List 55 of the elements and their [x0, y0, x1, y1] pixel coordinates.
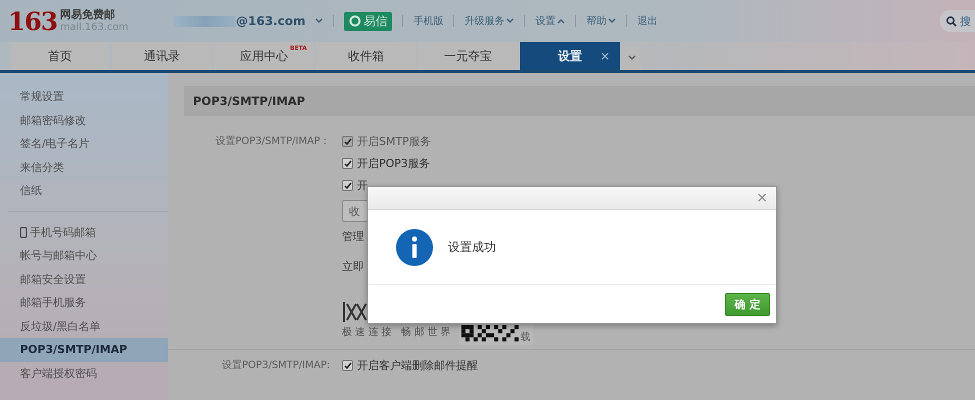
checkbox[interactable]	[342, 360, 353, 371]
checkbox-label: 开启POP3服务	[357, 156, 430, 171]
search-icon	[946, 16, 957, 26]
caret-icon	[557, 18, 566, 24]
header-link[interactable]: 帮助	[586, 14, 616, 28]
nav-tab[interactable]: 一元夺宝	[418, 42, 518, 70]
header-link[interactable]: 设置	[535, 14, 566, 28]
caret-icon	[628, 55, 636, 61]
blurred-username	[174, 16, 236, 26]
sidebar-item[interactable]: 邮箱手机服务	[0, 291, 168, 314]
nav-tab[interactable]: 收件箱	[316, 42, 416, 70]
sidebar-item[interactable]: 手机号码邮箱	[0, 220, 168, 244]
sidebar-item[interactable]: 来信分类	[0, 156, 168, 179]
caret-icon	[506, 18, 514, 24]
yixin-button[interactable]: 易信	[344, 12, 392, 30]
phone-icon	[20, 226, 27, 238]
header-link[interactable]: 退出	[637, 14, 658, 28]
nav-tab[interactable]: 首页	[10, 42, 110, 70]
checkbox-label: 开	[357, 178, 368, 193]
setting-label: 设置POP3/SMTP/IMAP：	[214, 134, 331, 149]
ring-icon	[349, 15, 362, 27]
setting-label: 设置POP3/SMTP/IMAP:	[221, 358, 331, 373]
sidebar-item[interactable]: 邮箱安全设置	[0, 268, 168, 291]
checkbox[interactable]	[342, 180, 353, 191]
dialog-message: 设置成功	[448, 238, 496, 256]
header-link[interactable]: 升级服务	[464, 14, 514, 28]
caret-icon	[315, 18, 324, 24]
manage-text: 管理	[342, 229, 365, 244]
caret-icon	[608, 18, 616, 24]
sidebar-item[interactable]: 邮箱密码修改	[0, 108, 168, 132]
download-text: 立即	[342, 259, 365, 274]
sidebar-item[interactable]: 信纸	[0, 179, 168, 202]
account-name[interactable]: @163.com	[236, 14, 306, 28]
checkbox-label: 开启客户端删除邮件提醒	[357, 358, 478, 373]
sidebar-item[interactable]: 常规设置	[0, 85, 168, 108]
qr-code-icon	[460, 325, 519, 343]
close-tab-icon[interactable]: ×	[600, 49, 610, 63]
ok-button[interactable]: 确 定	[725, 292, 770, 316]
sidebar-item[interactable]: 客户端授权密码	[0, 362, 168, 385]
section-title: POP3/SMTP/IMAP	[184, 86, 975, 116]
sidebar-item[interactable]: 反垃圾/黑白名单	[0, 314, 168, 338]
checkbox[interactable]	[342, 158, 353, 169]
search-button[interactable]: 搜	[940, 10, 975, 32]
sidebar-item[interactable]: 帐号与邮箱中心	[0, 244, 168, 268]
checkbox-label: 开启SMTP服务	[357, 134, 431, 149]
nav-tab[interactable]: 通讯录	[112, 42, 212, 70]
info-icon	[396, 228, 433, 266]
nav-tab[interactable]: 设置 ×	[520, 42, 620, 70]
promo-slogan: 极 速 连 接 畅 邮 世 界	[342, 326, 451, 339]
logo-title: 网易免费邮	[60, 8, 116, 21]
download-label: 载	[520, 332, 531, 343]
logo-number: 163	[8, 6, 58, 36]
header-link[interactable]: 手机版	[413, 14, 444, 28]
sidebar-item[interactable]: POP3/SMTP/IMAP	[0, 338, 168, 362]
sidebar-item[interactable]: 签名/电子名片	[0, 132, 168, 156]
